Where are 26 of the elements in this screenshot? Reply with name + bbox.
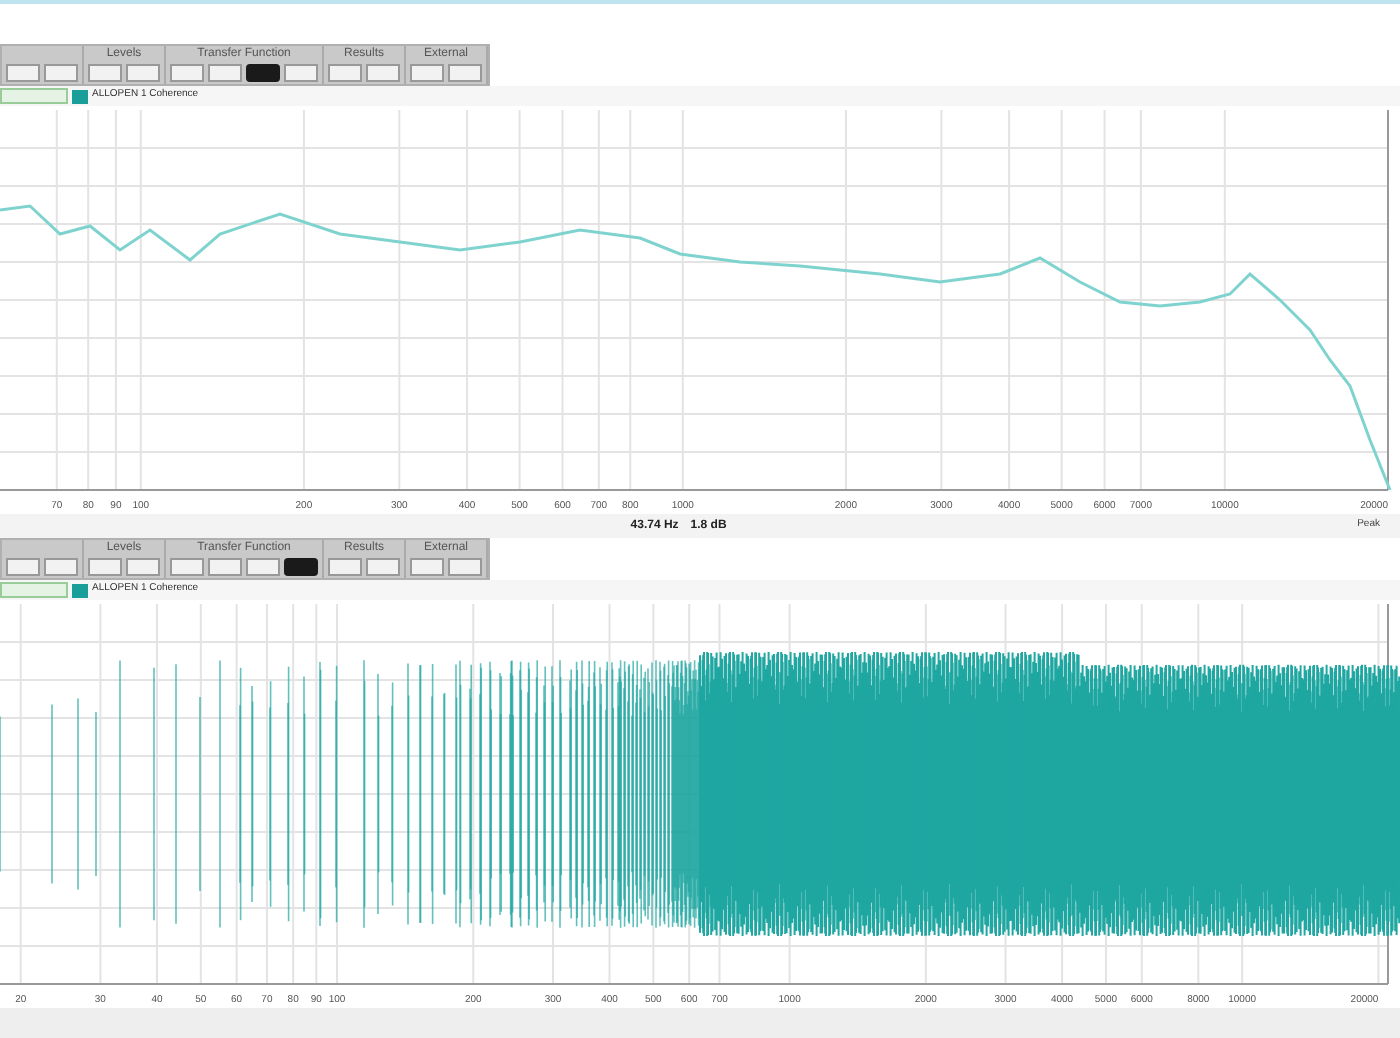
toolbar-button[interactable] bbox=[410, 558, 444, 576]
toolbar-button[interactable] bbox=[88, 558, 122, 576]
toolbar-button[interactable] bbox=[328, 64, 362, 82]
toolbar-button[interactable] bbox=[246, 558, 280, 576]
toolbar-button[interactable] bbox=[170, 64, 204, 82]
toolbar-button[interactable] bbox=[170, 558, 204, 576]
legend-toggle[interactable] bbox=[0, 88, 68, 104]
toolbar-button[interactable] bbox=[208, 64, 242, 82]
toolbar-button[interactable] bbox=[6, 558, 40, 576]
toolbar-button[interactable] bbox=[328, 558, 362, 576]
toolbar-button[interactable] bbox=[366, 558, 400, 576]
toolbar-button[interactable] bbox=[366, 64, 400, 82]
toolbar-button[interactable] bbox=[88, 64, 122, 82]
toolbar-button[interactable] bbox=[410, 64, 444, 82]
toolbar-button[interactable] bbox=[448, 558, 482, 576]
toolbar-button[interactable] bbox=[6, 64, 40, 82]
toolbar-button[interactable] bbox=[44, 558, 78, 576]
legend-toggle[interactable] bbox=[0, 582, 68, 598]
toolbar-button[interactable] bbox=[448, 64, 482, 82]
toolbar-button[interactable] bbox=[246, 64, 280, 82]
toolbar-button[interactable] bbox=[208, 558, 242, 576]
toolbar-button[interactable] bbox=[126, 558, 160, 576]
toolbar-button[interactable] bbox=[284, 558, 318, 576]
toolbar-button[interactable] bbox=[284, 64, 318, 82]
toolbar-button[interactable] bbox=[126, 64, 160, 82]
toolbar-button[interactable] bbox=[44, 64, 78, 82]
